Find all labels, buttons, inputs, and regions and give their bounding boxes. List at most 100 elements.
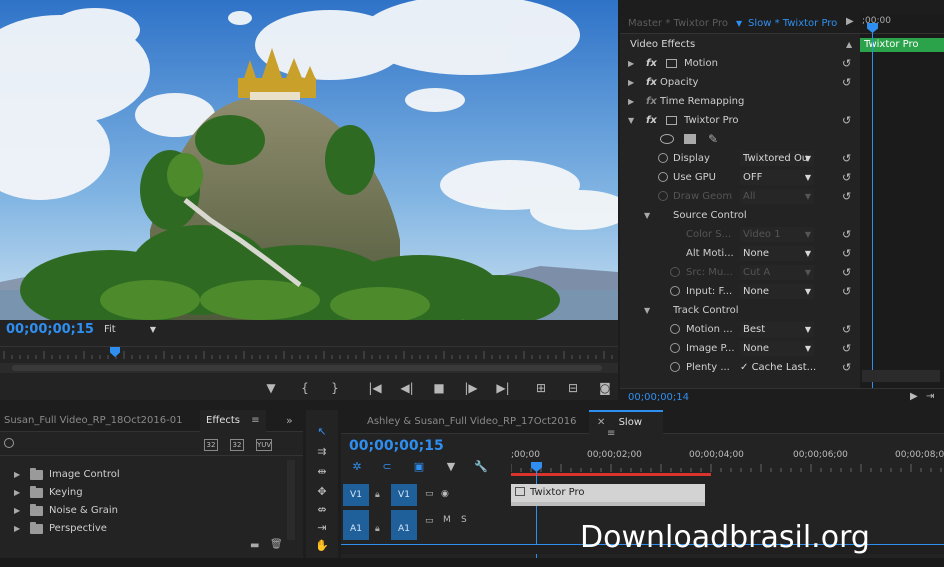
work-area-bar[interactable]	[511, 473, 711, 476]
group-source-control[interactable]: ▼ Source Control	[620, 206, 860, 225]
param-use-gpu[interactable]: Use GPU OFF ▼ ↺	[620, 168, 860, 187]
panel-menu-icon[interactable]: ≡	[251, 415, 259, 426]
expand-triangle-icon[interactable]: ▶	[14, 502, 20, 520]
mark-in-icon[interactable]: {	[296, 380, 314, 396]
stopwatch-icon[interactable]	[670, 362, 680, 372]
transform-icon[interactable]	[666, 116, 677, 125]
reset-icon[interactable]: ↺	[842, 111, 851, 130]
zoom-select[interactable]: Fit ▼	[104, 324, 158, 338]
reset-icon[interactable]: ↺	[842, 358, 851, 377]
timeline-settings-icon[interactable]: 🔧	[473, 460, 489, 474]
alt-motion-dropdown[interactable]: None ▼	[740, 246, 814, 261]
expand-triangle-icon[interactable]: ▶	[14, 466, 20, 484]
yuv-badge-icon[interactable]: YUV	[256, 439, 272, 451]
lock-icon[interactable]: 🔒︎	[375, 524, 383, 534]
motion-vectors-dropdown[interactable]: Best ▼	[740, 322, 814, 337]
tab-master-clip[interactable]: Master * Twixtor Pro	[628, 18, 728, 29]
go-to-out-icon[interactable]: ▶|	[494, 380, 512, 396]
pen-tool-icon[interactable]: ⇥	[314, 520, 330, 536]
reset-icon[interactable]: ↺	[842, 320, 851, 339]
track-target-v1[interactable]: V1	[391, 484, 417, 506]
effect-opacity[interactable]: ▶ fx Opacity ↺	[620, 73, 860, 92]
source-patch-a1[interactable]: A1	[343, 510, 369, 540]
linked-selection-icon[interactable]: ▣	[411, 460, 427, 474]
reset-icon[interactable]: ↺	[842, 54, 851, 73]
tab-sequence-ashley-susan[interactable]: Ashley & Susan_Full Video_RP_17Oct2016	[367, 416, 577, 427]
lock-icon[interactable]: 🔒︎	[375, 490, 383, 500]
expand-triangle-icon[interactable]: ▶	[14, 520, 20, 538]
reset-icon[interactable]: ↺	[842, 149, 851, 168]
stopwatch-icon[interactable]	[670, 343, 680, 353]
play-only-audio-icon[interactable]: ▶	[910, 391, 918, 402]
program-zoom-scrollbar[interactable]	[0, 363, 618, 373]
effects-scrollbar[interactable]	[287, 460, 295, 540]
snap-icon[interactable]: ⊂	[379, 460, 395, 474]
fx-badge-icon[interactable]: fx	[646, 111, 657, 130]
expand-triangle-icon[interactable]: ▶	[628, 54, 634, 73]
param-display[interactable]: Display Twixtored Ou ▼ ↺	[620, 149, 860, 168]
track-target-a1[interactable]: A1	[391, 510, 417, 540]
image-prep-dropdown[interactable]: None ▼	[740, 341, 814, 356]
tab-project[interactable]: Susan_Full Video_RP_18Oct2016-01	[4, 415, 182, 426]
transform-icon[interactable]	[666, 59, 677, 68]
reset-icon[interactable]: ↺	[842, 73, 851, 92]
tab-effects[interactable]: Effects ≡	[200, 410, 266, 432]
pen-mask-icon[interactable]: ✎	[708, 130, 718, 149]
solo-button[interactable]: S	[461, 515, 467, 525]
effect-twixtor-pro[interactable]: ▼ fx Twixtor Pro ↺	[620, 111, 860, 130]
program-time-ruler[interactable]	[0, 346, 618, 360]
extract-icon[interactable]: ⊟	[564, 380, 582, 396]
32bit-badge-icon[interactable]: 32	[230, 439, 244, 451]
stopwatch-icon[interactable]	[670, 286, 680, 296]
track-select-tool-icon[interactable]: ⇉	[314, 444, 330, 460]
scrollbar-thumb[interactable]	[12, 365, 602, 371]
reset-icon[interactable]: ↺	[842, 168, 851, 187]
ripple-edit-tool-icon[interactable]: ⇹	[314, 464, 330, 480]
selection-tool-icon[interactable]: ↖	[314, 424, 330, 440]
panel-menu-icon[interactable]: ≡	[607, 428, 615, 439]
folder-perspective[interactable]: ▶ Perspective	[0, 520, 290, 538]
param-motion-vectors[interactable]: Motion ... Best ▼ ↺	[620, 320, 860, 339]
use-gpu-dropdown[interactable]: OFF ▼	[740, 170, 814, 185]
expand-triangle-icon[interactable]: ▶	[628, 73, 634, 92]
rectangle-mask-icon[interactable]	[684, 134, 696, 144]
add-marker-icon[interactable]: ▼	[443, 460, 459, 474]
program-timecode[interactable]: 00;00;00;15	[6, 322, 94, 337]
timeline-clip[interactable]: Twixtor Pro	[511, 484, 705, 506]
stopwatch-icon[interactable]	[658, 153, 668, 163]
param-image-prep[interactable]: Image P... None ▼ ↺	[620, 339, 860, 358]
reset-icon[interactable]: ↺	[842, 244, 851, 263]
hand-tool-icon[interactable]: ✋	[314, 538, 330, 554]
reset-icon[interactable]: ↺	[842, 339, 851, 358]
folder-image-control[interactable]: ▶ Image Control	[0, 466, 290, 484]
effects-search[interactable]: 32 32 YUV	[0, 434, 303, 456]
step-back-icon[interactable]: ◀|	[398, 380, 416, 396]
collapse-icon[interactable]: ▲	[846, 36, 852, 54]
close-icon[interactable]: ✕	[597, 417, 605, 428]
reset-icon[interactable]: ↺	[842, 225, 851, 244]
trash-icon[interactable]: 🗑	[270, 539, 283, 550]
nest-toggle-icon[interactable]: ✲	[349, 460, 365, 474]
accelerated-badge-icon[interactable]: 32	[204, 439, 218, 451]
fx-badge-icon[interactable]: fx	[646, 54, 657, 73]
chevron-down-icon[interactable]: ▼	[736, 19, 742, 28]
add-marker-icon[interactable]: ▼	[262, 380, 280, 396]
expand-triangle-icon[interactable]: ▶	[628, 92, 634, 111]
play-icon[interactable]: ▶	[846, 16, 854, 27]
param-alt-motion[interactable]: Alt Moti... None ▼ ↺	[620, 244, 860, 263]
expand-triangle-icon[interactable]: ▶	[14, 484, 20, 502]
camera-icon[interactable]: ◙	[596, 380, 614, 396]
collapse-triangle-icon[interactable]: ▼	[644, 301, 650, 320]
ellipse-mask-icon[interactable]	[660, 134, 674, 144]
mark-out-icon[interactable]: }	[326, 380, 344, 396]
display-dropdown[interactable]: Twixtored Ou ▼	[740, 151, 814, 166]
param-plenty-memory[interactable]: Plenty ... ✓ Cache Last... ↺	[620, 358, 860, 377]
tab-sequence-slow[interactable]: ✕ Slow ≡	[589, 410, 663, 439]
folder-keying[interactable]: ▶ Keying	[0, 484, 290, 502]
reset-icon[interactable]: ↺	[842, 282, 851, 301]
folder-noise-grain[interactable]: ▶ Noise & Grain	[0, 502, 290, 520]
collapse-triangle-icon[interactable]: ▼	[644, 206, 650, 225]
cache-last-checkbox[interactable]: ✓ Cache Last...	[740, 358, 816, 377]
reset-icon[interactable]: ↺	[842, 187, 851, 206]
new-bin-icon[interactable]: ▬	[250, 540, 259, 551]
